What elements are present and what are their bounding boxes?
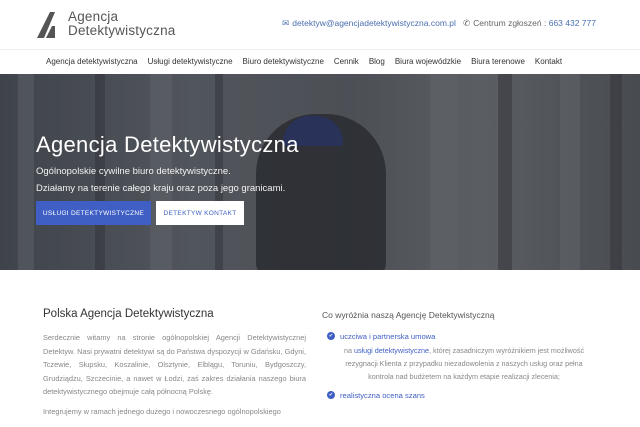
logo-text: Agencja Detektywistyczna	[68, 10, 175, 38]
hero-subtitle-line-1: Ogólnopolskie cywilne biuro detektywisty…	[36, 166, 231, 177]
nav-item-biura-terenowe[interactable]: Biura terenowe	[466, 57, 530, 66]
feature-description: na usługi detektywistyczne, której zasad…	[340, 344, 588, 383]
feature-title[interactable]: uczciwa i partnerska umowa	[340, 332, 588, 341]
nav-item-cennik[interactable]: Cennik	[329, 57, 364, 66]
feature-desc-prefix: na	[343, 346, 354, 355]
site-header: Agencja Detektywistyczna ✉ detektyw@agenc…	[0, 0, 640, 48]
envelope-icon: ✉	[282, 18, 290, 28]
nav-item-biura-wojewodzkie[interactable]: Biura wojewódzkie	[390, 57, 466, 66]
main-nav: Agencja detektywistyczna Usługi detektyw…	[0, 49, 640, 74]
triangle-a-logo-icon	[37, 12, 55, 38]
hero-title: Agencja Detektywistyczna	[36, 132, 299, 157]
contact-button[interactable]: DETEKTYW KONTAKT	[156, 201, 244, 225]
nav-item-uslugi[interactable]: Usługi detektywistyczne	[143, 57, 238, 66]
services-button[interactable]: USŁUGI DETEKTYWISTYCZNE	[36, 201, 151, 225]
logo[interactable]: Agencja Detektywistyczna	[37, 10, 177, 40]
hero-subtitle: Ogólnopolskie cywilne biuro detektywisty…	[36, 163, 285, 197]
phone-icon: ✆	[462, 18, 471, 28]
intro-title: Polska Agencja Detektywistyczna	[43, 308, 214, 320]
feature-item: ✔ realistyczna ocena szans	[322, 391, 588, 400]
nav-item-kontakt[interactable]: Kontakt	[530, 57, 567, 66]
nav-item-agencja[interactable]: Agencja detektywistyczna	[41, 57, 143, 66]
phone-link[interactable]: 663 432 777	[549, 18, 596, 28]
logo-line-2: Detektywistyczna	[68, 23, 176, 38]
intro-paragraph-2: Integrujemy w ramach jednego dużego i no…	[43, 406, 281, 416]
feature-desc-link[interactable]: usługi detektywistyczne	[354, 346, 429, 355]
features-section: Co wyróżnia naszą Agencję Detektywistycz…	[322, 310, 588, 408]
hero-subtitle-line-2: Działamy na terenie całego kraju oraz po…	[36, 183, 286, 194]
email-link[interactable]: detektyw@agencjadetektywistyczna.com.pl	[292, 18, 456, 28]
hero-banner: Agencja Detektywistyczna Ogólnopolskie c…	[0, 74, 640, 270]
nav-item-blog[interactable]: Blog	[364, 57, 390, 66]
features-title: Co wyróżnia naszą Agencję Detektywistycz…	[322, 310, 495, 320]
logo-line-1: Agencja	[68, 9, 119, 24]
intro-section: Polska Agencja Detektywistyczna Serdeczn…	[43, 308, 306, 424]
header-contact: ✉ detektyw@agencjadetektywistyczna.com.pl…	[282, 18, 596, 29]
feature-title[interactable]: realistyczna ocena szans	[340, 391, 588, 400]
nav-item-biuro[interactable]: Biuro detektywistyczne	[238, 57, 329, 66]
phone-label: Centrum zgłoszeń :	[473, 18, 547, 28]
check-circle-icon: ✔	[327, 391, 335, 399]
intro-paragraph-1: Serdecznie witamy na stronie ogólnopolsk…	[43, 333, 306, 396]
check-circle-icon: ✔	[327, 332, 335, 340]
feature-item: ✔ uczciwa i partnerska umowa na usługi d…	[322, 332, 588, 383]
